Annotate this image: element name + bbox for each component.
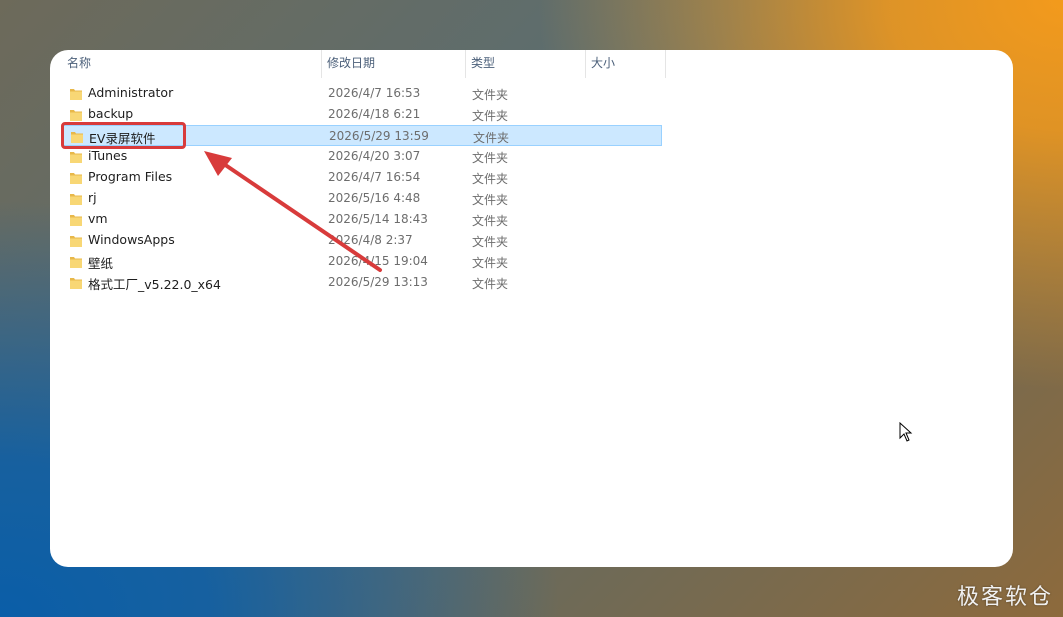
column-header-bar: ^ 名称 修改日期 类型 大小 <box>50 50 1013 78</box>
file-name: Program Files <box>88 169 173 184</box>
folder-icon <box>70 152 82 163</box>
column-header-date[interactable]: 修改日期 <box>322 50 466 78</box>
file-name: rj <box>88 190 97 205</box>
file-type: 文件夹 <box>472 88 509 102</box>
file-row[interactable]: iTunes 2026/4/20 3:07 文件夹 <box>62 146 662 167</box>
file-modified-date: 2026/5/16 4:48 <box>328 191 421 205</box>
file-type: 文件夹 <box>472 256 509 270</box>
file-row[interactable]: WindowsApps 2026/4/8 2:37 文件夹 <box>62 230 662 251</box>
file-name: 壁纸 <box>88 256 114 271</box>
folder-icon <box>70 215 82 226</box>
file-name: Administrator <box>88 85 174 100</box>
file-name: WindowsApps <box>88 232 175 247</box>
file-modified-date: 2026/4/15 19:04 <box>328 254 428 268</box>
column-header-size[interactable]: 大小 <box>586 50 666 78</box>
file-name: 格式工厂_v5.22.0_x64 <box>88 277 221 292</box>
file-explorer-window: ^ 名称 修改日期 类型 大小 Administrator 2026/4/7 16… <box>50 50 1013 567</box>
file-modified-date: 2026/4/18 6:21 <box>328 107 421 121</box>
file-modified-date: 2026/4/7 16:54 <box>328 170 421 184</box>
column-header-name-label: 名称 <box>67 56 92 70</box>
file-type: 文件夹 <box>472 193 509 207</box>
mouse-pointer-icon <box>899 422 913 442</box>
file-type: 文件夹 <box>472 172 509 186</box>
file-row[interactable]: vm 2026/5/14 18:43 文件夹 <box>62 209 662 230</box>
file-modified-date: 2026/5/14 18:43 <box>328 212 428 226</box>
file-row[interactable]: 壁纸 2026/4/15 19:04 文件夹 <box>62 251 662 272</box>
file-type: 文件夹 <box>472 235 509 249</box>
folder-icon <box>70 236 82 247</box>
folder-icon <box>70 173 82 184</box>
file-name: backup <box>88 106 134 121</box>
file-modified-date: 2026/4/7 16:53 <box>328 86 421 100</box>
column-header-size-label: 大小 <box>591 56 616 70</box>
file-modified-date: 2026/4/20 3:07 <box>328 149 421 163</box>
file-type: 文件夹 <box>473 131 510 145</box>
file-type: 文件夹 <box>472 214 509 228</box>
file-row[interactable]: rj 2026/5/16 4:48 文件夹 <box>62 188 662 209</box>
annotation-highlight-box <box>61 122 186 149</box>
file-name: iTunes <box>88 148 128 163</box>
column-header-type-label: 类型 <box>471 56 496 70</box>
file-row[interactable]: 格式工厂_v5.22.0_x64 2026/5/29 13:13 文件夹 <box>62 272 662 293</box>
file-type: 文件夹 <box>472 109 509 123</box>
file-modified-date: 2026/5/29 13:13 <box>328 275 428 289</box>
file-row[interactable]: Program Files 2026/4/7 16:54 文件夹 <box>62 167 662 188</box>
watermark: 极客软仓 <box>956 585 1053 610</box>
column-header-name[interactable]: 名称 <box>62 50 322 78</box>
folder-icon <box>70 194 82 205</box>
folder-icon <box>70 110 82 121</box>
file-modified-date: 2026/5/29 13:59 <box>329 129 429 143</box>
file-name: vm <box>88 211 108 226</box>
file-type: 文件夹 <box>472 277 509 291</box>
column-header-date-label: 修改日期 <box>327 56 376 70</box>
file-type: 文件夹 <box>472 151 509 165</box>
folder-icon <box>70 89 82 100</box>
folder-icon <box>70 257 82 268</box>
file-row[interactable]: Administrator 2026/4/7 16:53 文件夹 <box>62 83 662 104</box>
file-modified-date: 2026/4/8 2:37 <box>328 233 413 247</box>
column-header-type[interactable]: 类型 <box>466 50 586 78</box>
folder-icon <box>70 278 82 289</box>
